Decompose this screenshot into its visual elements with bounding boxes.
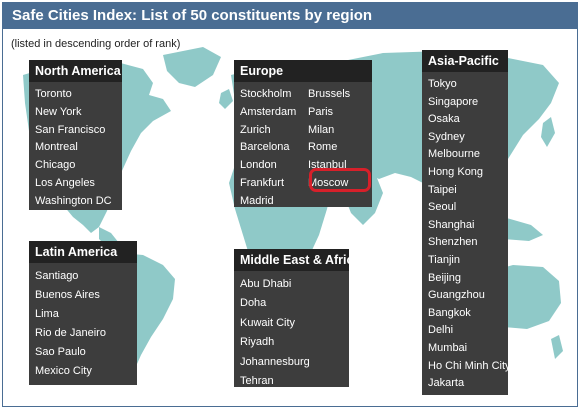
city: Abu Dhabi — [240, 278, 292, 290]
city-list: Abu Dhabi Doha Kuwait City Riyadh Johann… — [234, 271, 349, 395]
region-heading: North America — [29, 60, 122, 82]
region-heading: Middle East & Africa — [234, 249, 360, 271]
city-column: Stockholm Amsterdam Zurich Barcelona Lon… — [240, 86, 298, 211]
city: Paris — [308, 105, 334, 118]
city: Johannesburg — [240, 355, 310, 368]
city: Chicago — [35, 159, 76, 172]
city: Melbourne — [428, 148, 480, 161]
region-box-asia-pacific: Asia-Pacific Tokyo Singapore Osaka Sydne… — [422, 50, 511, 397]
city: New York — [35, 105, 82, 118]
city: Jakarta — [428, 377, 465, 390]
city: Seoul — [428, 201, 457, 214]
city: Stockholm — [240, 88, 292, 100]
city: Kuwait City — [240, 316, 296, 329]
city: Mexico City — [35, 365, 92, 377]
region-heading: Europe — [234, 60, 372, 82]
city: San Francisco — [35, 123, 106, 136]
city: Montreal — [35, 141, 78, 154]
city-list: Stockholm Amsterdam Zurich Barcelona Lon… — [234, 82, 372, 215]
city: Los Angeles — [35, 176, 95, 189]
title-bar: Safe Cities Index: List of 50 constituen… — [3, 3, 577, 29]
city: Singapore — [428, 95, 479, 108]
city: Milan — [308, 123, 335, 136]
region-box-latin-america: Latin America Santiago Buenos Aires Lima… — [29, 241, 137, 385]
city: Washington DC — [35, 194, 112, 207]
city: Sao Paulo — [35, 346, 86, 358]
figure-frame: Safe Cities Index: List of 50 constituen… — [2, 2, 578, 407]
city: Mumbai — [428, 341, 468, 354]
city: Doha — [240, 297, 267, 310]
region-box-north-america: North America Toronto New York San Franc… — [29, 60, 122, 210]
city: Shanghai — [428, 218, 475, 231]
city-list: Toronto New York San Francisco Montreal … — [29, 82, 122, 215]
city: Delhi — [428, 324, 454, 337]
city: Rome — [308, 141, 338, 154]
city: Buenos Aires — [35, 289, 100, 301]
city: Frankfurt — [240, 176, 285, 189]
city: Toronto — [35, 88, 72, 100]
figure-title: Safe Cities Index: List of 50 constituen… — [12, 7, 373, 24]
city: Tehran — [240, 375, 274, 388]
city: Amsterdam — [240, 105, 297, 118]
city: London — [240, 159, 277, 172]
region-heading: Asia-Pacific — [422, 50, 508, 72]
city: Bangkok — [428, 306, 471, 319]
city: Sydney — [428, 130, 465, 143]
city: Tokyo — [428, 78, 457, 90]
city: Shenzhen — [428, 236, 478, 249]
region-box-middle-east-africa: Middle East & Africa Abu Dhabi Doha Kuwa… — [234, 249, 360, 387]
city: Ho Chi Minh City — [428, 359, 511, 372]
city: Beijing — [428, 271, 462, 284]
city: Osaka — [428, 113, 460, 126]
city: Hong Kong — [428, 165, 484, 178]
city-list: Santiago Buenos Aires Lima Rio de Janeir… — [29, 263, 137, 385]
city: Madrid — [240, 194, 274, 207]
city: Rio de Janeiro — [35, 327, 106, 339]
city: Taipei — [428, 183, 457, 196]
city: Lima — [35, 308, 59, 320]
moscow-highlight-ring — [309, 168, 371, 192]
city: Riyadh — [240, 336, 275, 349]
city: Barcelona — [240, 141, 290, 154]
figure-subtitle: (listed in descending order of rank) — [11, 38, 181, 50]
city-list: Tokyo Singapore Osaka Sydney Melbourne H… — [422, 72, 511, 397]
city: Tianjin — [428, 253, 460, 266]
city: Brussels — [308, 88, 351, 100]
city: Guangzhou — [428, 289, 485, 302]
region-heading: Latin America — [29, 241, 137, 263]
city: Zurich — [240, 123, 271, 136]
city: Santiago — [35, 270, 79, 282]
